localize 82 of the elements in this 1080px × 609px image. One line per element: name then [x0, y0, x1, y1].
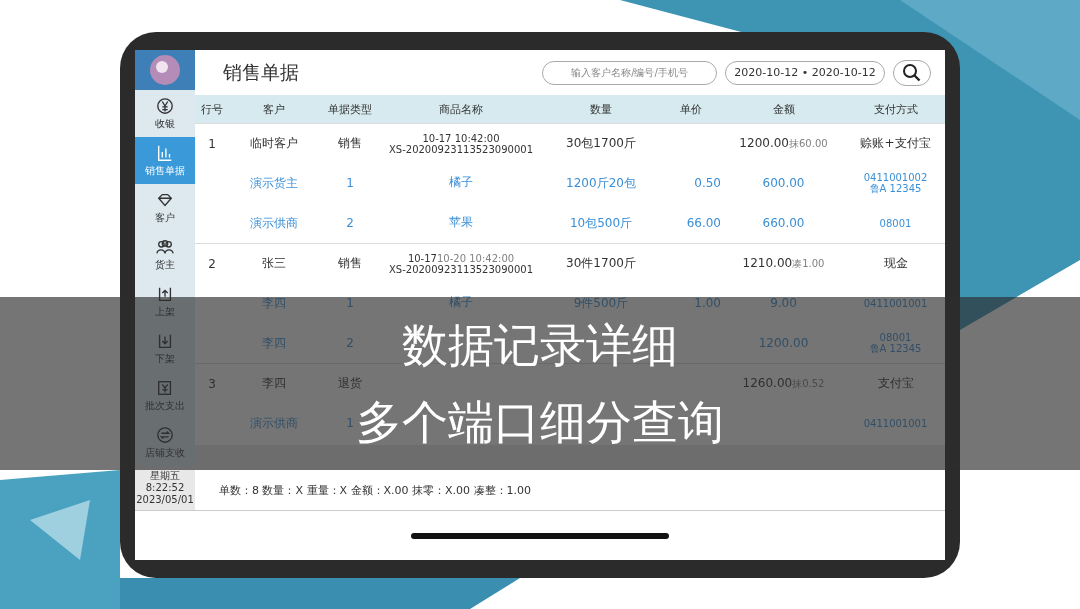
- table-cell: 销售: [338, 135, 362, 152]
- table-cell: 李四: [262, 294, 286, 312]
- home-bar[interactable]: [411, 532, 669, 539]
- table-cell: 1: [346, 416, 354, 430]
- table-cell: 李四: [262, 334, 286, 352]
- bar-chart-icon: [156, 143, 174, 162]
- column-header: 行号: [200, 101, 224, 117]
- date-range-field[interactable]: 2020-10-12 • 2020-10-12: [725, 60, 885, 85]
- sidebar-item[interactable]: 批次支出: [135, 372, 195, 419]
- table-cell: 3: [208, 376, 216, 391]
- yen-icon: [156, 96, 174, 115]
- table-cell: 0411001001: [863, 417, 928, 429]
- clock-text: 星期五: [150, 470, 180, 482]
- table-cell: 1200.00抹60.00: [739, 136, 828, 151]
- sidebar-item[interactable]: 货主: [135, 231, 195, 278]
- table-cell: 600.00: [762, 176, 805, 190]
- yen-box-icon: [156, 378, 174, 397]
- table-cell: 08001: [879, 217, 912, 229]
- order-number: XS-20200923113523090001: [388, 143, 534, 155]
- table-cell: 1210.00凑1.00: [742, 256, 825, 271]
- table-cell: 临时客户: [250, 135, 298, 152]
- sidebar-item[interactable]: 下架: [135, 325, 195, 372]
- table-cell: 退货: [338, 375, 362, 392]
- column-header: 商品名称: [438, 101, 484, 117]
- sidebar-item[interactable]: 客户: [135, 184, 195, 231]
- caption-line: 数据记录详细: [402, 316, 678, 374]
- clock-text: 8:22:52: [145, 482, 185, 494]
- table-cell: 9.00: [770, 296, 797, 310]
- column-header: 单据类型: [327, 101, 373, 117]
- table-cell: 鲁A 12345: [869, 343, 922, 354]
- table-cell: 66.00: [686, 216, 721, 230]
- order-time: 10-17 10:42:00: [422, 132, 500, 144]
- table-cell: 赊账+支付宝: [860, 136, 931, 151]
- sidebar-item[interactable]: 收银: [135, 90, 195, 137]
- table-cell: 9件500斤: [573, 294, 629, 312]
- table-cell: 08001: [879, 332, 912, 343]
- table-cell: 演示货主: [250, 174, 298, 192]
- avatar: [150, 55, 180, 85]
- column-header: 数量: [589, 101, 613, 117]
- table-cell: 2: [208, 256, 216, 271]
- table-cell: 30包1700斤: [566, 135, 636, 152]
- sidebar-item[interactable]: 销售单据: [135, 137, 195, 184]
- clock-text: 2023/05/01: [136, 494, 194, 506]
- page-title: 销售单据: [223, 59, 300, 85]
- table-cell: 0.50: [694, 176, 721, 190]
- table-cell: 660.00: [762, 216, 805, 230]
- table-cell: 30件1700斤: [566, 255, 636, 272]
- search-button[interactable]: [893, 59, 931, 86]
- table-cell: 李四: [262, 375, 286, 392]
- table-cell: 1: [346, 296, 354, 310]
- table-cell: 苹果: [449, 216, 473, 230]
- column-header: 客户: [262, 101, 286, 117]
- table-cell: 10包500斤: [569, 214, 633, 232]
- table-cell: 2: [346, 336, 354, 350]
- summary-text: 单数：8 数量：X 重量：X 金额：X.00 抹零：X.00 凑整：1.00: [219, 482, 532, 498]
- table-cell: 演示供商: [250, 414, 298, 432]
- table-cell: 1200.00: [758, 336, 809, 350]
- table-cell: 现金: [883, 256, 908, 271]
- search-icon: [902, 62, 922, 83]
- search-field[interactable]: 输入客户名称/编号/手机号: [542, 60, 717, 85]
- order-number: XS-20200923113523090001: [388, 263, 534, 275]
- table-cell: 鲁A 12345: [869, 183, 922, 194]
- table-cell: 2: [346, 216, 354, 230]
- column-header: 金额: [771, 101, 796, 117]
- exchange-icon: [156, 425, 174, 444]
- table-cell: 演示供商: [250, 214, 298, 232]
- table-cell: 张三: [262, 255, 286, 272]
- table-cell: 销售: [338, 255, 362, 272]
- table-cell: 1.00: [694, 296, 721, 310]
- table-cell: 1: [208, 136, 216, 151]
- column-header: 支付方式: [872, 101, 919, 117]
- order-time: 10-1710-20 10:42:00: [407, 252, 515, 264]
- table-cell: 1: [346, 176, 354, 190]
- column-header: 单价: [679, 101, 703, 117]
- table-cell: 橘子: [449, 296, 473, 310]
- table-cell: 支付宝: [877, 376, 914, 391]
- table-cell: 1200斤20包: [566, 174, 636, 192]
- table-cell: 橘子: [449, 176, 473, 190]
- table-cell: 0411001002: [863, 172, 928, 183]
- table-cell: 0411001001: [863, 297, 928, 309]
- people-icon: [156, 237, 174, 256]
- caption-line: 多个端口细分查询: [356, 393, 724, 451]
